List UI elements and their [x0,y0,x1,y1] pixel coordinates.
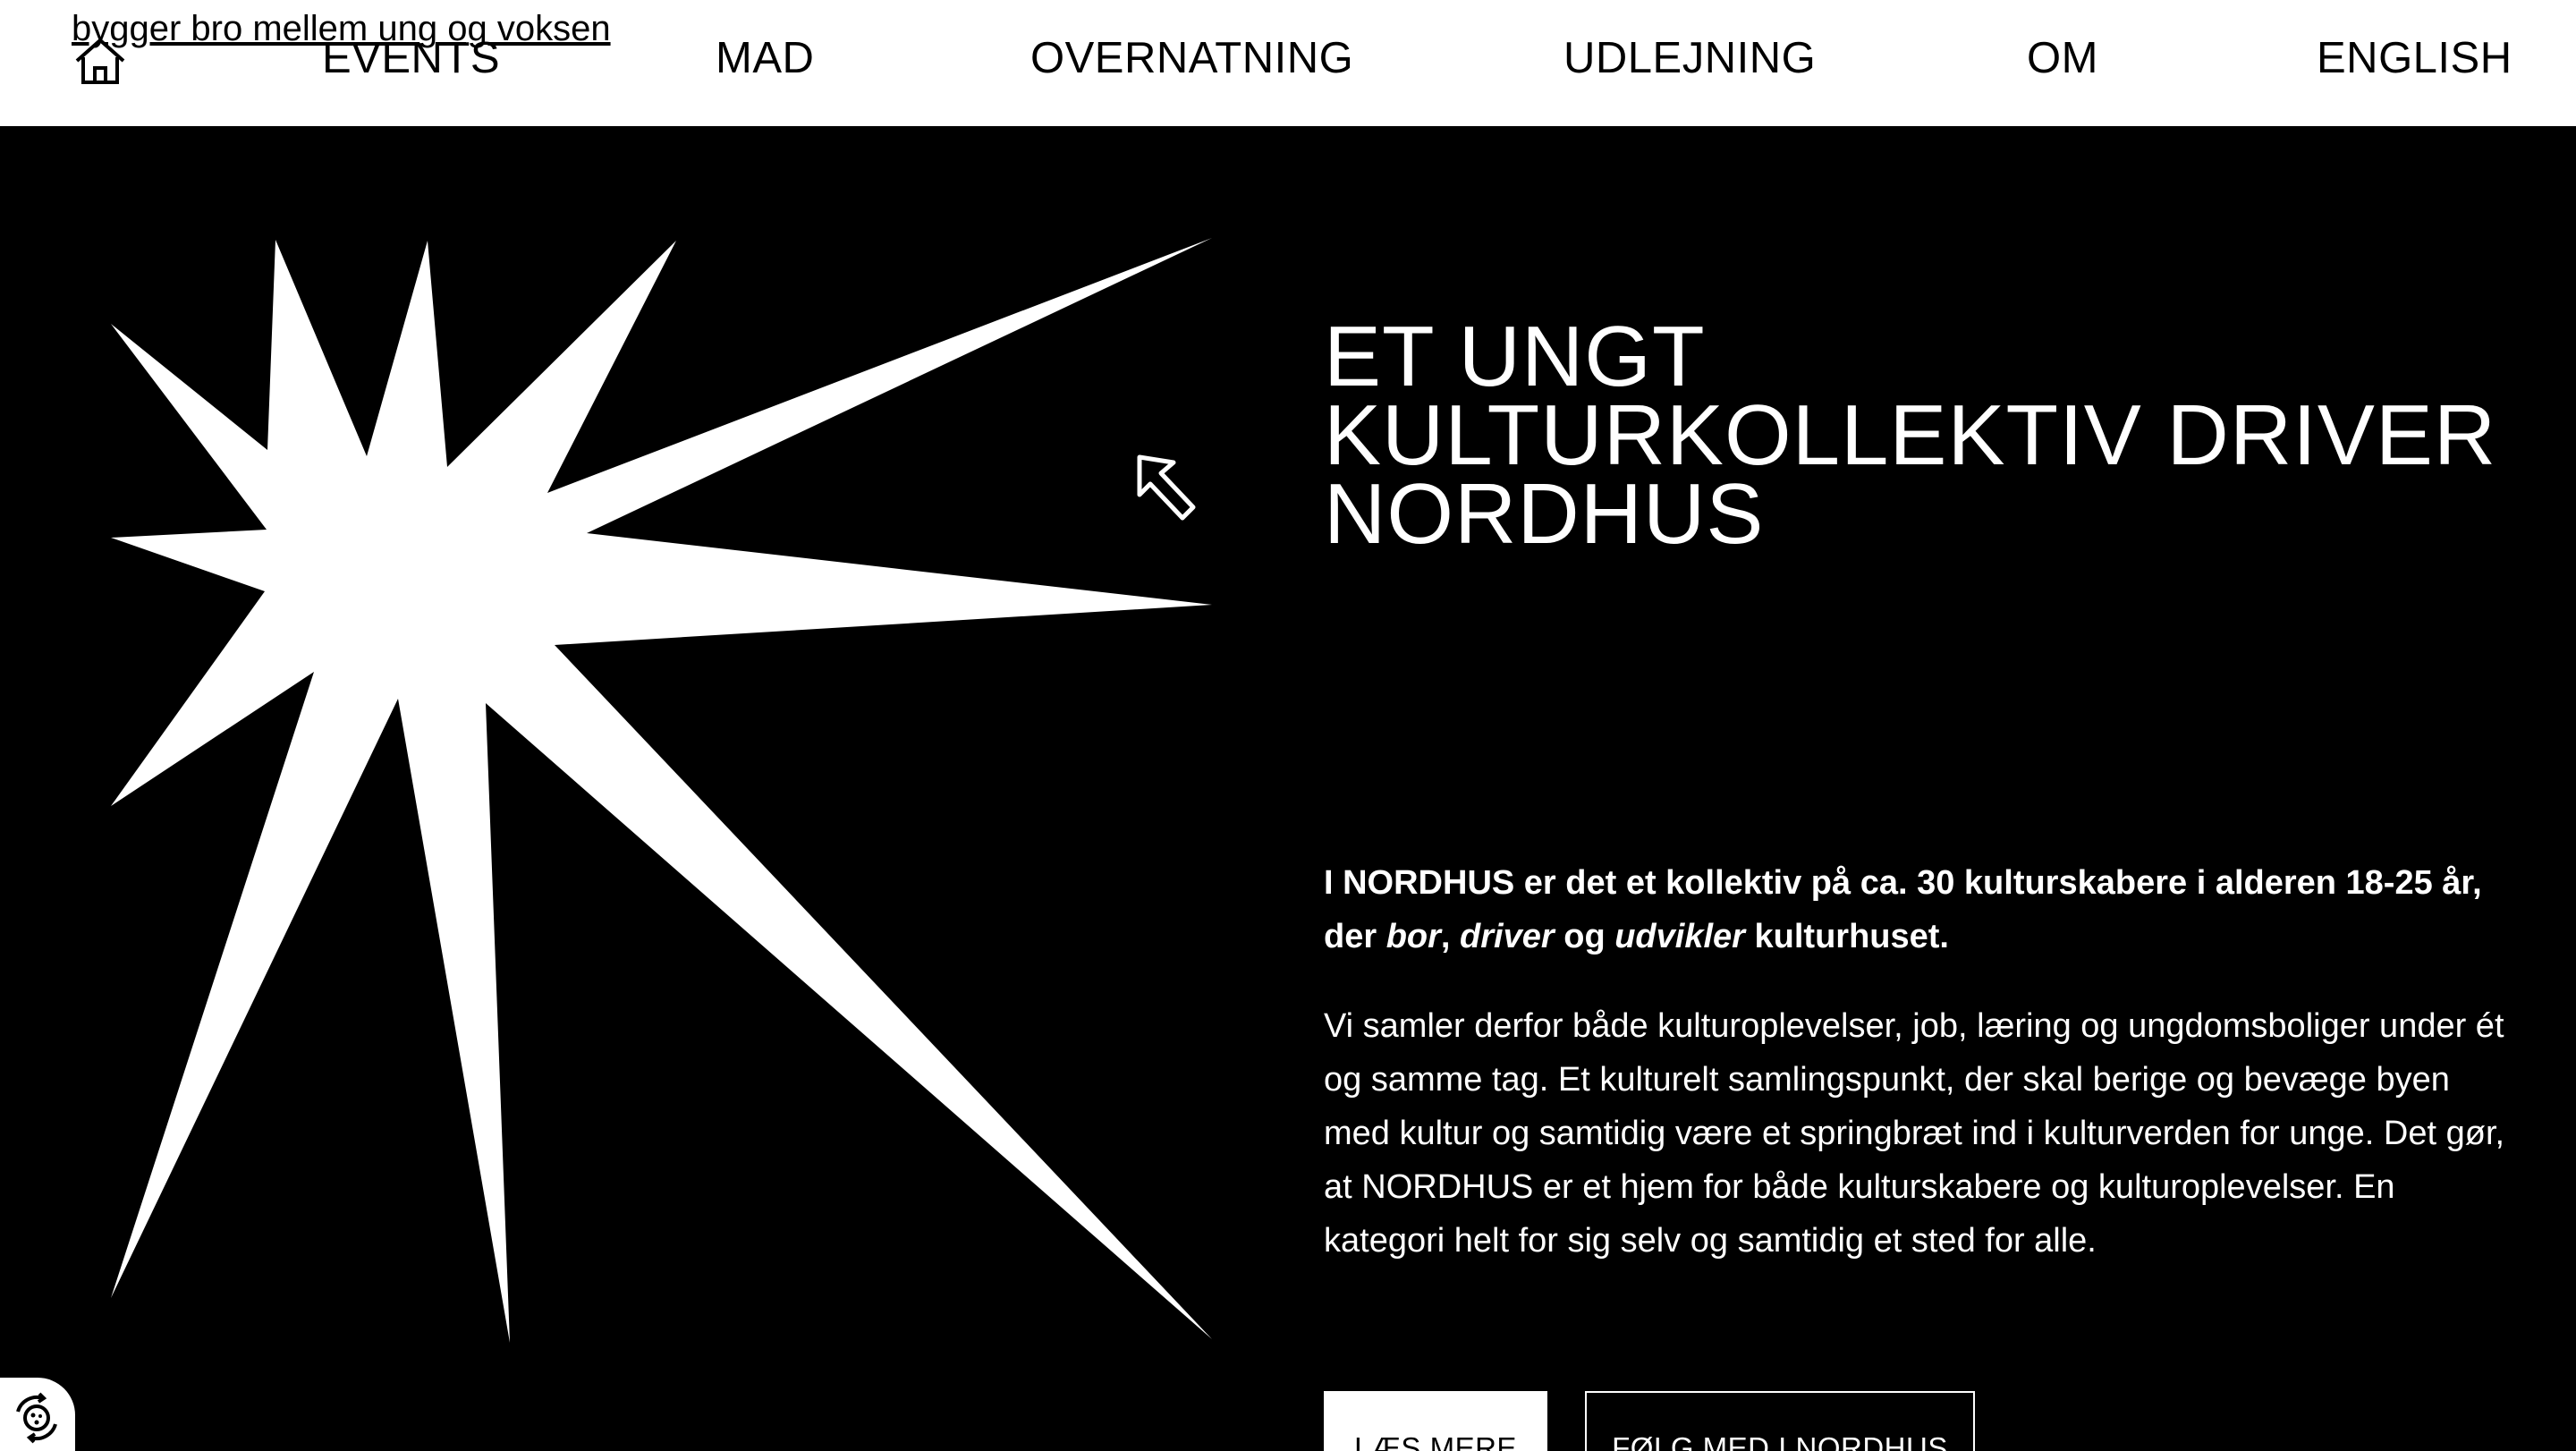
hero-lead: I NORDHUS er det et kollektiv på ca. 30 … [1324,856,2522,963]
lead-comma: , [1440,918,1461,955]
nav-english[interactable]: ENGLISH [2317,32,2512,84]
site-header: EVENTS MAD OVERNATNING UDLEJNING OM ENGL… [0,0,2576,126]
nav-overnatning[interactable]: OVERNATNING [1030,32,1353,84]
lead-driver: driver [1460,918,1555,955]
lead-end: kulturhuset. [1744,918,1949,955]
follow-nordhus-button[interactable]: FØLG MED I NORDHUS [1585,1391,1975,1451]
arrow-cursor-icon [1137,454,1196,521]
lead-og: og [1554,918,1615,955]
nav-om[interactable]: OM [2027,32,2098,84]
hero-body: Vi samler derfor både kulturoplevelser, … [1324,1007,2505,1260]
nav-mad[interactable]: MAD [716,32,814,84]
cookie-settings-button[interactable] [0,1378,75,1451]
hero-section: ET UNGT KULTURKOLLEKTIV DRIVER NORDHUS I… [0,126,2576,1451]
tagline-link[interactable]: bygger bro mellem ung og voksen [72,7,611,50]
lead-bor: bor [1385,918,1441,955]
cookie-settings-icon [16,1392,57,1444]
hero-title: ET UNGT KULTURKOLLEKTIV DRIVER NORDHUS [1324,309,2497,562]
lead-udvikler: udvikler [1614,918,1745,955]
laes-mere-button[interactable]: LÆS MERE [1324,1391,1547,1451]
nav-udlejning[interactable]: UDLEJNING [1563,32,1816,84]
star-graphic [111,238,1212,1343]
